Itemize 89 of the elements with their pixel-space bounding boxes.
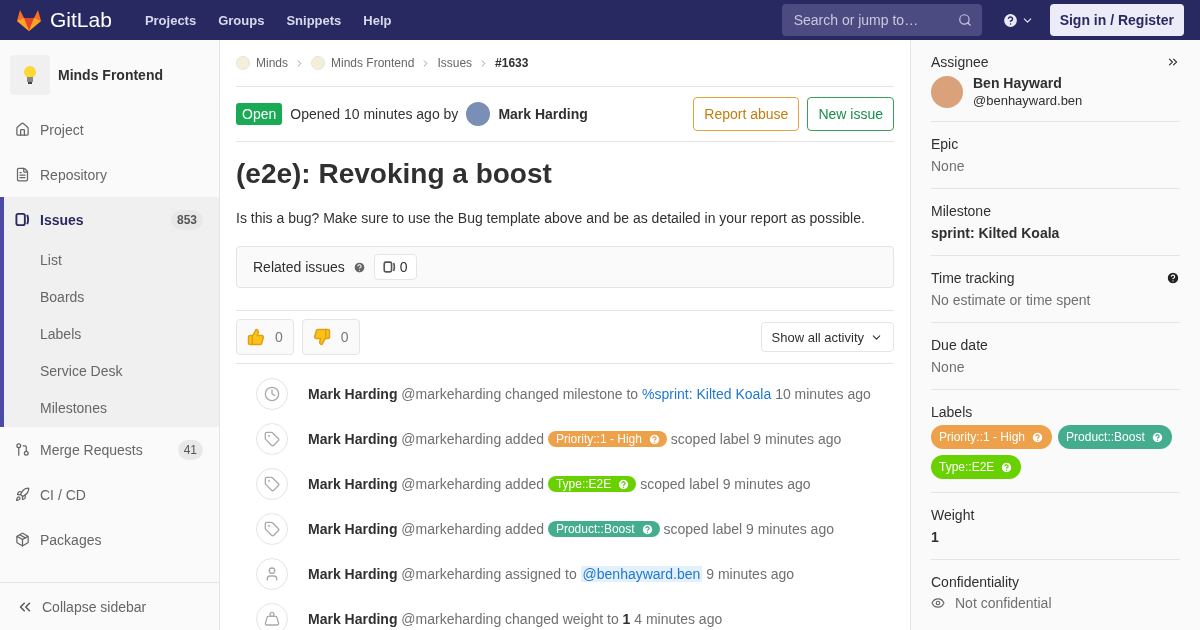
section-value: None — [931, 359, 965, 375]
expand-icon[interactable] — [1166, 55, 1180, 69]
sidebar-item[interactable]: Issues 853 — [4, 197, 219, 242]
rocket-icon — [15, 487, 30, 502]
author-name[interactable]: Mark Harding — [498, 106, 588, 122]
breadcrumb-link[interactable]: Minds — [236, 56, 288, 70]
sidebar-item[interactable]: CI / CD — [0, 472, 219, 517]
related-issues-title: Related issues — [253, 259, 345, 275]
section-value: sprint: Kilted Koala — [931, 225, 1060, 241]
activity-text: Mark Harding @markeharding added Priority::1 - High scoped label 9 minutes ago — [308, 431, 842, 447]
sidebar-item[interactable]: Merge Requests 41 — [0, 427, 219, 472]
section-title: Milestone — [931, 203, 991, 219]
thumbs-down-button[interactable]: 0 — [301, 319, 360, 355]
activity-text: Mark Harding @markeharding changed weight to 1 4 minutes ago — [308, 611, 723, 627]
activity-text: Mark Harding @markeharding added Product::Boost scoped label 9 minutes ago — [308, 521, 834, 537]
thumbs-down-icon — [312, 328, 331, 346]
project-avatar[interactable] — [10, 55, 50, 95]
nav-link[interactable]: Snippets — [279, 12, 349, 28]
tag-icon — [264, 431, 280, 447]
activity-text: Mark Harding @markeharding added Type::E2E scoped label 9 minutes ago — [308, 476, 811, 492]
search-field[interactable]: Search or jump to… — [781, 4, 982, 36]
activity-text: Mark Harding @markeharding assigned to @benhayward.ben 9 minutes ago — [308, 566, 795, 582]
count-badge: 853 — [170, 209, 203, 230]
section-value: Not confidential — [955, 595, 1052, 611]
sign-in-button[interactable]: Sign in / Register — [1049, 4, 1184, 36]
nav-link[interactable]: Groups — [211, 12, 272, 28]
user-icon — [264, 566, 280, 582]
sidebar-subitem[interactable]: List — [4, 242, 219, 279]
sidebar-subitem[interactable]: Service Desk — [4, 353, 219, 390]
section-title: Due date — [931, 337, 988, 353]
home-icon — [15, 122, 30, 137]
activity-text: Mark Harding @markeharding changed milestone to %sprint: Kilted Koala 10 minutes ago — [308, 386, 871, 402]
section-title: Labels — [931, 404, 973, 420]
assignee-handle: @benhayward.ben — [973, 93, 1083, 108]
breadcrumb-link[interactable]: Minds Frontend — [311, 56, 415, 70]
sidebar-item[interactable]: Packages — [0, 517, 219, 562]
clock-icon — [264, 386, 280, 402]
user-mention[interactable]: @benhayward.ben — [580, 566, 703, 582]
brand-name[interactable]: GitLab — [50, 8, 112, 32]
lightbulb-icon — [23, 65, 37, 85]
breadcrumb-link[interactable]: #1633 — [495, 56, 529, 70]
breadcrumb-link[interactable]: Issues — [437, 56, 473, 70]
merge-request-icon — [15, 442, 30, 457]
section-value: No estimate or time spent — [931, 292, 1091, 308]
thumbs-up-button[interactable]: 0 — [236, 319, 294, 355]
author-avatar — [466, 102, 491, 126]
fox-logo-icon[interactable] — [16, 8, 42, 32]
related-count[interactable]: 0 — [373, 254, 417, 280]
sidebar-item[interactable]: Project — [0, 107, 219, 152]
group-avatar — [236, 56, 250, 70]
help-button[interactable] — [1001, 11, 1034, 29]
package-icon — [15, 532, 30, 547]
weight-icon — [264, 611, 280, 627]
assignee-avatar — [931, 75, 963, 108]
sidebar-subitem[interactable]: Labels — [4, 316, 219, 353]
sidebar-item[interactable]: Repository — [0, 152, 219, 197]
assignee-name[interactable]: Ben Hayward — [973, 75, 1083, 91]
status-badge: Open — [236, 103, 283, 125]
section-title: Time tracking — [931, 270, 1015, 286]
tag-icon — [264, 521, 280, 537]
report-abuse-button[interactable]: Report abuse — [693, 97, 800, 131]
section-title: Epic — [931, 136, 959, 152]
new-issue-button[interactable]: New issue — [807, 97, 894, 131]
issue-title: (e2e): Revoking a boost — [236, 158, 553, 190]
opened-text: Opened 10 minutes ago by — [290, 106, 459, 122]
thumbs-up-icon — [247, 328, 265, 346]
eye-icon — [931, 596, 945, 610]
group-avatar — [311, 56, 325, 70]
issue-description: Is this a bug? Make sure to use the Bug template above and be as detailed in your report as possible. — [236, 210, 866, 226]
count-badge: 41 — [177, 439, 203, 460]
sidebar-subitem[interactable]: Boards — [4, 279, 219, 316]
activity-filter-dropdown[interactable]: Show all activity — [760, 322, 894, 352]
project-name[interactable]: Minds Frontend — [58, 67, 163, 83]
tag-icon — [264, 476, 280, 492]
issues-icon — [15, 212, 30, 227]
section-title: Confidentiality — [931, 574, 1019, 590]
section-value: 1 — [931, 529, 939, 545]
issues-icon — [382, 260, 396, 274]
section-title: Weight — [931, 507, 975, 523]
section-title: Assignee — [931, 54, 989, 70]
sidebar-subitem[interactable]: Milestones — [4, 390, 219, 427]
search-icon — [957, 13, 972, 27]
help-icon — [1001, 11, 1019, 29]
nav-link[interactable]: Help — [356, 12, 399, 28]
milestone-link[interactable]: %sprint: Kilted Koala — [642, 386, 772, 402]
section-value: None — [931, 158, 965, 174]
search-input[interactable]: Search or jump to… — [791, 11, 942, 29]
nav-link[interactable]: Projects — [137, 12, 204, 28]
file-icon — [15, 167, 30, 182]
